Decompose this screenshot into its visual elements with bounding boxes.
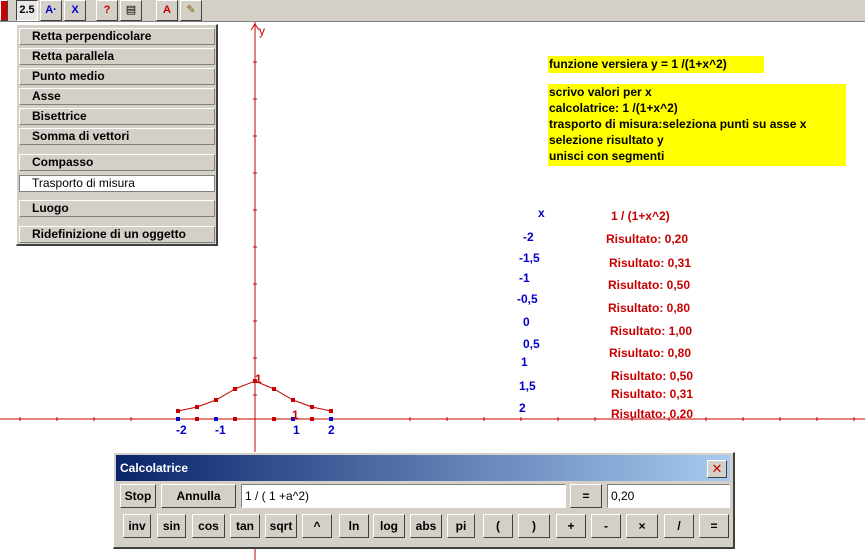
key-log[interactable]: log [373,514,405,538]
key-cos[interactable]: cos [192,514,225,538]
result-value[interactable]: Risultato: 0,80 [608,301,690,315]
menu-item-ridefinizione[interactable]: Ridefinizione di un oggetto [19,226,215,243]
key-pi[interactable]: pi [447,514,475,538]
key-sin[interactable]: sin [157,514,186,538]
menu-item-luogo[interactable]: Luogo [19,200,215,217]
steps-note[interactable]: scrivo valori per x calcolatrice: 1 /(1+… [548,84,846,166]
menu-item-retta-perpendicolare[interactable]: Retta perpendicolare [19,28,215,45]
key-plus[interactable]: + [556,514,586,538]
step-line: selezione risultato y [549,133,664,147]
key-multiply[interactable]: × [626,514,658,538]
expression-field[interactable]: 1 / ( 1 +a^2) [241,484,566,508]
key-equals[interactable]: = [699,514,729,538]
result-value[interactable]: Risultato: 1,00 [610,324,692,338]
menu-item-compasso[interactable]: Compasso [19,154,215,171]
construction-menu: Retta perpendicolare Retta parallela Pun… [16,24,218,246]
stop-button[interactable]: Stop [120,484,156,508]
point-icon[interactable]: A· [40,0,62,21]
text-icon[interactable]: A [156,0,178,21]
cancel-button[interactable]: Annulla [161,484,236,508]
menu-item-retta-parallela[interactable]: Retta parallela [19,48,215,65]
key-open-paren[interactable]: ( [483,514,513,538]
equals-display-button[interactable]: = [570,484,602,508]
step-line: unisci con segmenti [549,149,665,163]
calculator-title-bar[interactable]: Calcolatrice ✕ [116,455,730,481]
result-value[interactable]: Risultato: 0,31 [611,387,693,401]
key-power[interactable]: ^ [302,514,332,538]
y-column-header[interactable]: 1 / (1+x^2) [611,209,670,223]
result-value[interactable]: Risultato: 0,50 [611,369,693,383]
toolbar: 2.5 A· X ? ▤ A ✎ [0,0,865,22]
result-value[interactable]: Risultato: 0,20 [611,407,693,421]
x-value[interactable]: 0,5 [523,337,540,351]
query-icon[interactable]: ? [96,0,118,21]
x-value[interactable]: 0 [523,315,530,329]
step-line: calcolatrice: 1 /(1+x^2) [549,101,678,115]
measure-icon[interactable]: 2.5 [16,0,38,21]
key-inv[interactable]: inv [123,514,151,538]
menu-item-somma-di-vettori[interactable]: Somma di vettori [19,128,215,145]
key-divide[interactable]: / [664,514,694,538]
x-value[interactable]: 1 [521,355,528,369]
result-value[interactable]: Risultato: 0,31 [609,256,691,270]
calculator-window: Calcolatrice ✕ Stop Annulla 1 / ( 1 +a^2… [113,452,735,549]
curve-peak-label: 1 [255,372,262,386]
key-tan[interactable]: tan [230,514,260,538]
y-axis-label: y [259,24,265,38]
key-ln[interactable]: ln [339,514,369,538]
result-field[interactable]: 0,20 [607,484,730,508]
menu-item-asse[interactable]: Asse [19,88,215,105]
x-tick-label: -2 [176,423,187,437]
brush-icon[interactable]: ✎ [180,0,202,21]
menu-item-punto-medio[interactable]: Punto medio [19,68,215,85]
result-value[interactable]: Risultato: 0,50 [608,278,690,292]
close-icon[interactable]: ✕ [707,460,727,478]
x-tick-label: 1 [293,423,300,437]
calculator-icon[interactable]: ▤ [120,0,142,21]
x-tick-label: -1 [215,423,226,437]
x-value[interactable]: -1,5 [519,251,540,265]
x-value[interactable]: -2 [523,230,534,244]
curve-point-label: 1 [292,408,299,422]
x-tick-label: 2 [328,423,335,437]
toolbar-edge [0,0,8,21]
result-value[interactable]: Risultato: 0,80 [609,346,691,360]
x-value[interactable]: -1 [519,271,530,285]
step-line: scrivo valori per x [549,85,652,99]
x-value[interactable]: -0,5 [517,292,538,306]
step-line: trasporto di misura:seleziona punti su a… [549,117,807,131]
key-abs[interactable]: abs [410,514,442,538]
x-value[interactable]: 1,5 [519,379,536,393]
key-sqrt[interactable]: sqrt [265,514,297,538]
transform-icon[interactable]: X [64,0,86,21]
x-column-header[interactable]: x [538,206,545,220]
key-close-paren[interactable]: ) [518,514,550,538]
function-title-note[interactable]: funzione versiera y = 1 /(1+x^2) [548,56,764,73]
key-minus[interactable]: - [591,514,621,538]
menu-item-bisettrice[interactable]: Bisettrice [19,108,215,125]
menu-item-trasporto-di-misura[interactable]: Trasporto di misura [19,175,215,192]
x-value[interactable]: 2 [519,401,526,415]
calculator-title: Calcolatrice [120,461,189,475]
result-value[interactable]: Risultato: 0,20 [606,232,688,246]
